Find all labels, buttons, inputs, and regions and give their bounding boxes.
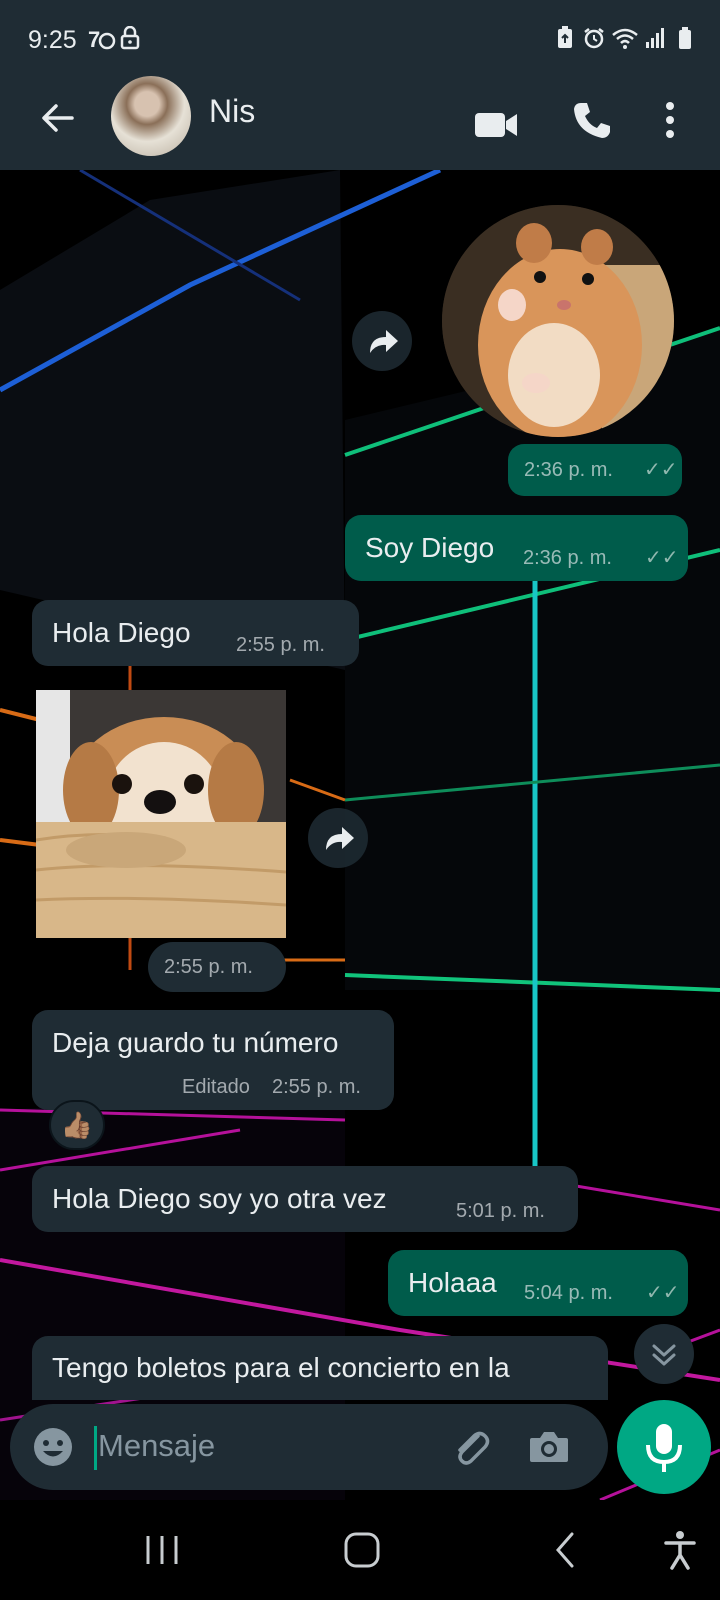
battery-saver-icon — [556, 26, 574, 56]
message-bubble-incoming[interactable]: Hola Diego 2:55 p. m. — [32, 600, 359, 666]
recent-apps-button[interactable] — [140, 1530, 184, 1570]
double-check-icon: ✓✓ — [646, 1282, 680, 1304]
system-back-button[interactable] — [548, 1528, 584, 1572]
chat-header — [0, 78, 720, 170]
status-bar: 9:25 7 — [0, 0, 720, 78]
dog-image — [36, 690, 286, 938]
double-check-icon: ✓✓ — [644, 459, 678, 481]
microphone-icon — [646, 1424, 682, 1472]
double-check-icon: ✓✓ — [645, 547, 679, 569]
message-text: Hola Diego — [52, 617, 191, 648]
message-text: Tengo boletos para el concierto en la — [52, 1352, 510, 1383]
accessibility-icon — [664, 1531, 696, 1570]
message-time: 2:55 p. m. — [236, 634, 325, 656]
camera-button[interactable] — [526, 1424, 572, 1470]
message-time: 5:04 p. m. — [524, 1282, 613, 1304]
message-time: 2:55 p. m. — [164, 956, 253, 978]
forward-arrow-icon — [326, 827, 354, 850]
message-text: Holaaa — [408, 1267, 497, 1298]
message-time: 2:36 p. m. — [523, 547, 612, 569]
message-bubble-incoming[interactable]: Deja guardo tu número Editado 2:55 p. m. — [32, 1010, 394, 1110]
message-bubble-outgoing[interactable]: 2:36 p. m. ✓✓ — [508, 444, 682, 496]
battery-icon — [678, 26, 692, 56]
signal-icon — [645, 26, 665, 56]
dog-sticker[interactable] — [36, 690, 286, 938]
more-options-button[interactable] — [655, 98, 685, 142]
arrow-left-icon — [42, 104, 74, 132]
forward-button[interactable] — [308, 808, 368, 868]
message-time: 5:01 p. m. — [456, 1200, 545, 1222]
message-time-pill: 2:55 p. m. — [148, 942, 286, 992]
hamster-image — [442, 205, 674, 437]
voice-message-button[interactable] — [617, 1400, 711, 1494]
message-bubble-incoming[interactable]: Tengo boletos para el concierto en la — [32, 1336, 608, 1400]
status-time: 9:25 — [28, 26, 77, 54]
lock-icon — [120, 25, 140, 56]
phone-icon — [574, 103, 610, 138]
back-button[interactable] — [36, 96, 80, 140]
emoji-icon — [34, 1428, 72, 1466]
wifi-icon — [611, 26, 639, 56]
double-chevron-down-icon — [652, 1344, 676, 1366]
video-call-icon — [475, 113, 517, 137]
contact-name[interactable]: Nis — [209, 93, 255, 130]
camera-icon — [530, 1432, 568, 1462]
alarm-icon — [582, 26, 606, 56]
more-vert-icon — [666, 102, 674, 138]
message-composer[interactable]: Mensaje — [10, 1404, 608, 1490]
system-nav-bar — [0, 1500, 720, 1600]
message-time: 2:55 p. m. — [272, 1076, 361, 1098]
voice-call-button[interactable] — [570, 98, 614, 142]
video-call-button[interactable] — [473, 102, 521, 146]
forward-button[interactable] — [352, 311, 412, 371]
forward-arrow-icon — [370, 330, 398, 353]
message-bubble-outgoing[interactable]: Holaaa 5:04 p. m. ✓✓ — [388, 1250, 688, 1316]
message-time: 2:36 p. m. — [524, 459, 613, 481]
paperclip-icon — [458, 1431, 490, 1465]
home-button[interactable] — [340, 1528, 384, 1572]
attach-button[interactable] — [448, 1424, 494, 1470]
reaction-badge[interactable]: 👍🏽 — [49, 1100, 105, 1150]
timer-icon: 7 — [88, 26, 116, 58]
message-text: Hola Diego soy yo otra vez — [52, 1183, 387, 1214]
message-text: Deja guardo tu número — [52, 1027, 339, 1058]
scroll-to-bottom-button[interactable] — [634, 1324, 694, 1384]
contact-avatar[interactable] — [111, 76, 191, 156]
svg-text:7: 7 — [88, 27, 100, 52]
hamster-sticker[interactable] — [442, 205, 674, 437]
emoji-button[interactable] — [30, 1424, 76, 1470]
edited-label: Editado — [182, 1076, 250, 1098]
text-caret — [94, 1426, 97, 1470]
message-bubble-outgoing[interactable]: Soy Diego 2:36 p. m. ✓✓ — [345, 515, 688, 581]
accessibility-button[interactable] — [660, 1528, 700, 1572]
message-input[interactable]: Mensaje — [98, 1428, 215, 1464]
chevron-left-icon — [556, 1532, 574, 1568]
message-bubble-incoming[interactable]: Hola Diego soy yo otra vez 5:01 p. m. — [32, 1166, 578, 1232]
recent-apps-icon — [146, 1536, 178, 1564]
home-icon — [344, 1532, 380, 1568]
message-text: Soy Diego — [365, 532, 495, 563]
